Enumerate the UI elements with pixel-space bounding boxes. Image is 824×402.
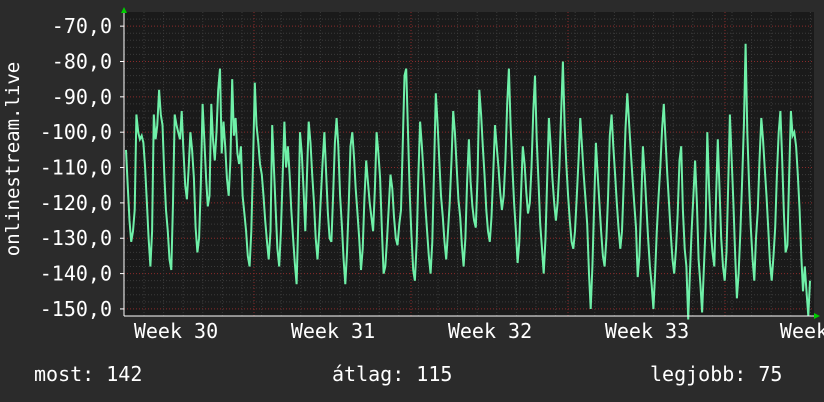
y-tick-label: -110,0 xyxy=(40,156,112,180)
y-axis-ticks: -70,0 -80,0 -90,0 -100,0 -110,0 -120,0 -130,0 -… xyxy=(40,14,124,321)
stat-now-value: 142 xyxy=(106,362,143,386)
stat-average: átlag: 115 xyxy=(332,362,452,386)
y-tick-label: -150,0 xyxy=(40,297,112,321)
y-tick-label: -140,0 xyxy=(40,262,112,286)
y-tick-label: -120,0 xyxy=(40,191,112,215)
y-tick-label: -130,0 xyxy=(40,226,112,250)
stat-best-label: legjobb: xyxy=(650,362,747,386)
x-tick-label: Week 32 xyxy=(448,319,532,343)
y-axis-arrow-icon xyxy=(121,7,127,13)
x-tick-label: Week 31 xyxy=(291,319,375,343)
chart-svg: -70,0 -80,0 -90,0 -100,0 -110,0 -120,0 -130,0 -… xyxy=(40,7,824,343)
stat-average-value: 115 xyxy=(416,362,453,386)
x-axis-labels: Week 30 Week 31 Week 32 Week 33 Week xyxy=(134,319,824,343)
x-tick-label: Week xyxy=(780,319,824,343)
y-tick-label: -100,0 xyxy=(40,120,112,144)
y-tick-label: -80,0 xyxy=(52,49,112,73)
stat-now-label: most: xyxy=(34,362,95,386)
x-tick-label: Week 33 xyxy=(605,319,689,343)
stat-best-value: 75 xyxy=(758,362,783,386)
stat-now: most: 142 xyxy=(34,362,142,386)
y-axis-title: onlinestream.live xyxy=(2,0,24,318)
y-tick-label: -70,0 xyxy=(52,14,112,38)
x-tick-label: Week 30 xyxy=(134,319,218,343)
y-axis-title-text: onlinestream.live xyxy=(2,61,24,257)
y-tick-label: -90,0 xyxy=(52,85,112,109)
stat-average-label: átlag: xyxy=(332,362,405,386)
stat-best: legjobb: 75 xyxy=(650,362,782,386)
